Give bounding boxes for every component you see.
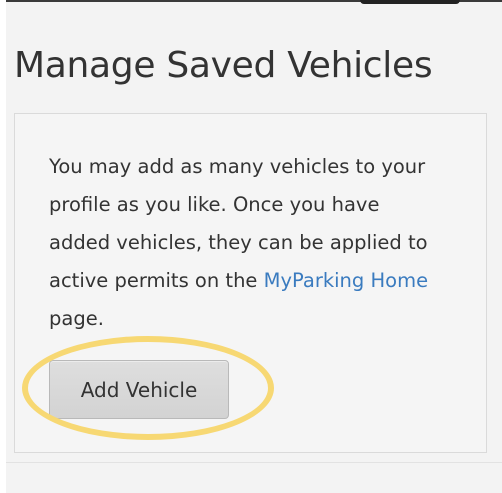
description-text-end: page. [49,307,104,330]
panel-description: You may add as many vehicles to your pro… [49,148,429,338]
screenshot-frame: Manage Saved Vehicles You may add as man… [0,0,502,493]
page-title: Manage Saved Vehicles [14,45,433,86]
myparking-home-link[interactable]: MyParking Home [264,269,428,292]
top-rule-accent [360,0,460,4]
left-edge [0,0,6,493]
bottom-rule [6,462,502,463]
add-vehicle-button[interactable]: Add Vehicle [49,360,229,419]
